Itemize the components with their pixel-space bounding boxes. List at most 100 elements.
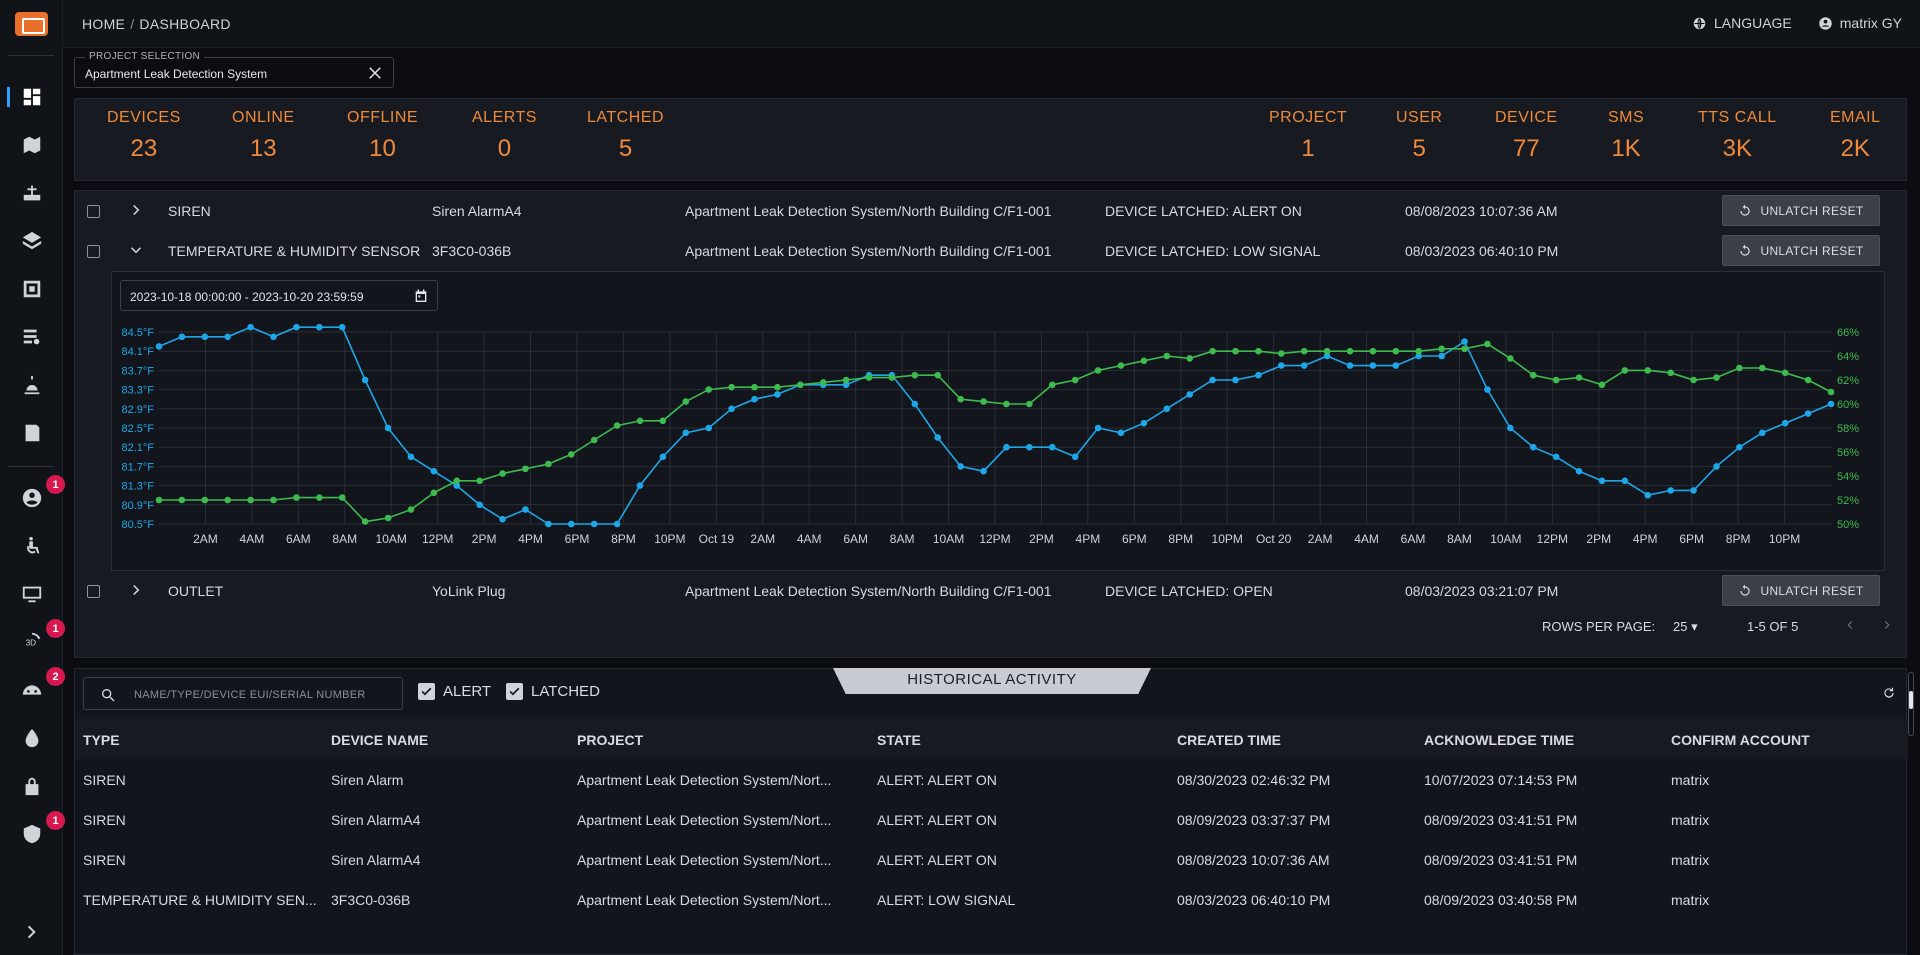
layers-icon[interactable]	[19, 228, 45, 254]
data-point	[1667, 369, 1674, 377]
language-button[interactable]: LANGUAGE	[1692, 15, 1792, 31]
x-tick-label: 12PM	[1537, 532, 1568, 546]
data-point	[1415, 347, 1423, 355]
sidebar-divider	[8, 466, 54, 467]
breadcrumb: HOME / DASHBOARD	[82, 16, 231, 32]
unlatch-reset-button[interactable]: UNLATCH RESET	[1722, 235, 1880, 266]
line-chart: 80.5°F 80.9°F 81.3°F 81.7°F 82.1°F 82.5°F 82.9…	[121, 323, 1859, 546]
column-header[interactable]: PROJECT	[577, 732, 643, 748]
x-tick-label: 8AM	[332, 532, 357, 546]
device-name: YoLink Plug	[432, 583, 506, 599]
x-tick-label: 6PM	[565, 532, 590, 546]
data-point	[1026, 400, 1033, 408]
table-row[interactable]: TEMPERATURE & HUMIDITY SEN... 3F3C0-036B A…	[75, 879, 1908, 919]
breadcrumb-home[interactable]: HOME	[82, 16, 125, 32]
data-point	[1255, 347, 1262, 355]
next-page-icon[interactable]	[1880, 618, 1894, 632]
device-settings-icon[interactable]	[19, 324, 45, 350]
column-header[interactable]: ACKNOWLEDGE TIME	[1424, 732, 1574, 748]
table-row[interactable]: SIREN Siren AlarmA4 Apartment Leak Detecti…	[75, 799, 1908, 839]
page-scrollbar[interactable]	[1908, 672, 1914, 736]
x-tick-label: 2PM	[472, 532, 497, 546]
water-drop-icon[interactable]	[19, 725, 45, 751]
top-bar: HOME / DASHBOARD LANGUAGE matrix GY	[63, 0, 1920, 48]
data-point	[1644, 367, 1652, 374]
x-tick-label: 6AM	[286, 532, 311, 546]
history-created-time: 08/03/2023 06:40:10 PM	[1177, 892, 1331, 908]
chevron-right-icon[interactable]	[127, 201, 145, 219]
data-point	[1140, 357, 1148, 365]
robot-icon[interactable]: 2	[19, 667, 65, 703]
map-icon[interactable]	[19, 132, 45, 158]
3d-rotation-icon[interactable]: 3D 1	[19, 619, 65, 655]
unlatch-reset-button[interactable]: UNLATCH RESET	[1722, 195, 1880, 226]
data-point	[1232, 347, 1239, 355]
unlatch-reset-button[interactable]: UNLATCH RESET	[1722, 575, 1880, 606]
data-point	[728, 383, 735, 391]
data-point	[1827, 400, 1835, 408]
chevron-right-icon[interactable]	[127, 581, 145, 599]
data-point	[728, 405, 735, 413]
history-search[interactable]: NAME/TYPE/DEVICE EUI/SERIAL NUMBER	[83, 677, 403, 710]
column-header[interactable]: TYPE	[83, 732, 120, 748]
prev-page-icon[interactable]	[1843, 618, 1857, 632]
data-point	[1758, 364, 1766, 372]
column-header[interactable]: CREATED TIME	[1177, 732, 1281, 748]
x-tick-label: 6AM	[843, 532, 868, 546]
column-header[interactable]: STATE	[877, 732, 921, 748]
gateway-icon[interactable]	[19, 180, 45, 206]
data-point	[636, 482, 644, 489]
table-row[interactable]: SIREN Siren Alarm Apartment Leak Detection…	[75, 759, 1908, 799]
data-point	[911, 371, 919, 379]
expand-sidebar-icon[interactable]	[19, 919, 45, 945]
data-point	[522, 465, 529, 473]
alarm-icon[interactable]	[19, 372, 45, 398]
data-point	[384, 514, 392, 522]
column-header[interactable]: DEVICE NAME	[331, 732, 428, 748]
data-point	[316, 494, 323, 501]
row-checkbox[interactable]	[87, 245, 100, 258]
rows-per-page-select[interactable]: 25 ▾	[1673, 619, 1698, 635]
row-checkbox[interactable]	[87, 585, 100, 598]
chevron-down-icon[interactable]	[127, 241, 145, 259]
y-left-tick-label: 81.7°F	[121, 461, 154, 473]
calendar-icon[interactable]	[413, 288, 429, 304]
device-type: TEMPERATURE & HUMIDITY SENSOR	[168, 243, 421, 259]
report-icon[interactable]	[19, 420, 45, 446]
data-point	[476, 477, 483, 485]
y-right-tick-label: 64%	[1837, 351, 1859, 363]
data-point	[1094, 367, 1102, 374]
data-point	[980, 398, 987, 405]
users-icon[interactable]: 1	[19, 475, 65, 511]
user-menu[interactable]: matrix GY	[1818, 15, 1902, 31]
data-point	[270, 333, 277, 341]
clear-project-icon[interactable]	[366, 64, 384, 82]
table-row[interactable]: SIREN Siren AlarmA4 Apartment Leak Detecti…	[75, 839, 1908, 879]
data-point	[1048, 381, 1056, 389]
refresh-icon[interactable]	[1882, 686, 1896, 700]
data-point	[911, 400, 919, 408]
shield-icon[interactable]: 1	[19, 811, 65, 847]
stat-online: ONLINE 13	[232, 109, 295, 162]
app-logo[interactable]	[15, 12, 48, 36]
x-tick-label: 4PM	[1076, 532, 1101, 546]
data-point	[1369, 347, 1377, 355]
latched-filter-checkbox[interactable]: LATCHED	[506, 683, 600, 700]
dashboard-icon[interactable]	[7, 84, 45, 110]
device-state: DEVICE LATCHED: OPEN	[1105, 583, 1273, 599]
3d-badge: 1	[46, 619, 65, 638]
y-right-tick-label: 66%	[1837, 327, 1859, 339]
project-selection[interactable]: PROJECT SELECTION Apartment Leak Detecti…	[74, 51, 394, 88]
device-time: 08/03/2023 06:40:10 PM	[1405, 243, 1559, 259]
accessibility-icon[interactable]	[19, 533, 45, 559]
floorplan-icon[interactable]	[19, 276, 45, 302]
row-checkbox[interactable]	[87, 205, 100, 218]
date-range-picker[interactable]: 2023-10-18 00:00:00 - 2023-10-20 23:59:5…	[120, 280, 438, 311]
monitor-icon[interactable]	[19, 581, 45, 607]
lock-icon[interactable]	[19, 773, 45, 799]
alert-filter-checkbox[interactable]: ALERT	[418, 683, 491, 700]
device-path: Apartment Leak Detection System/North Bu…	[685, 583, 1052, 599]
x-tick-label: 10AM	[933, 532, 964, 546]
column-header[interactable]: CONFIRM ACCOUNT	[1671, 732, 1810, 748]
sidebar-divider	[8, 55, 54, 56]
